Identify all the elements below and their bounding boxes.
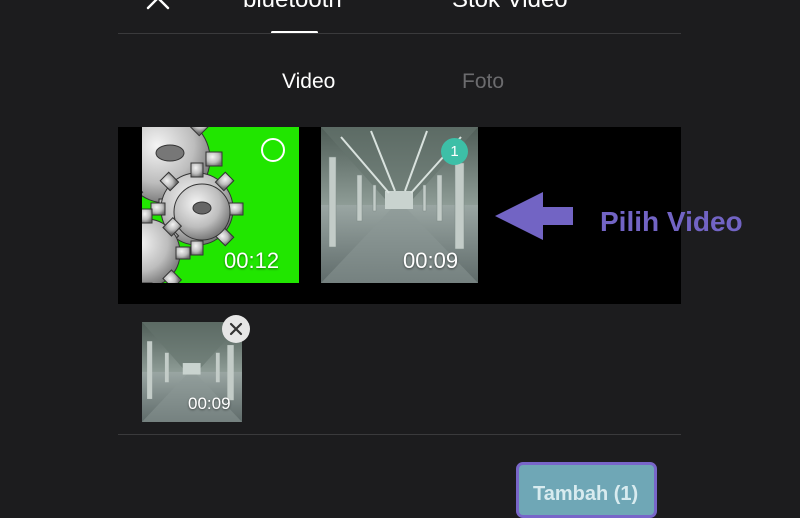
video-duration: 00:09: [403, 248, 459, 273]
close-button[interactable]: [140, 0, 176, 12]
tab-bluetooth[interactable]: bluetooth: [243, 0, 342, 14]
annotation-label: Pilih Video: [600, 206, 743, 237]
remove-clip-button[interactable]: [222, 315, 250, 343]
select-circle-icon[interactable]: [261, 138, 285, 162]
close-icon: [229, 322, 243, 336]
tab-foto[interactable]: Foto: [462, 68, 504, 96]
header-divider: [118, 33, 681, 34]
add-button[interactable]: Tambah (1): [516, 462, 657, 518]
tab-video[interactable]: Video: [282, 68, 335, 96]
selection-number-badge[interactable]: 1: [441, 138, 468, 165]
tray-divider: [118, 434, 681, 435]
video-duration: 00:12: [224, 248, 280, 273]
tab-stok-video[interactable]: Stok Video: [452, 0, 568, 14]
selected-clip-duration: 00:09: [188, 394, 231, 413]
close-icon: [146, 0, 170, 10]
arrow-left-icon: [495, 192, 573, 240]
